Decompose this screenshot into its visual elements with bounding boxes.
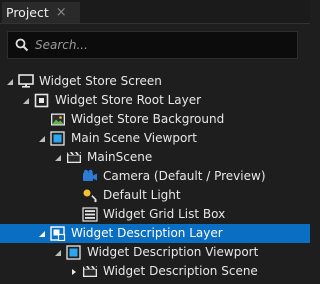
tree-item[interactable]: MainScene — [0, 148, 310, 167]
tree-item-label: Default Light — [103, 188, 181, 202]
expanded-arrow-icon[interactable] — [54, 154, 62, 162]
tab-bar: Project × — [0, 0, 310, 24]
tree-item-label: Camera (Default / Preview) — [103, 169, 266, 183]
tree-item[interactable]: Widget Store Root Layer — [0, 91, 310, 110]
tree-item-label: Widget Description Scene — [103, 264, 258, 278]
collapsed-arrow-icon[interactable] — [70, 268, 78, 276]
tree-item-label: Widget Description Viewport — [87, 245, 259, 259]
project-tree: Widget Store Screen Widget Store Root Lay… — [0, 72, 310, 281]
screen-icon — [18, 74, 34, 89]
image-icon — [50, 112, 66, 127]
viewport-icon — [50, 131, 66, 146]
expanded-arrow-icon[interactable] — [38, 135, 46, 143]
tree-item-label: Widget Store Screen — [39, 74, 162, 88]
tab-project[interactable]: Project × — [2, 2, 80, 23]
tree-item-label: Widget Description Layer — [71, 226, 223, 240]
tree-item-label: Widget Store Background — [71, 112, 225, 126]
tree-item[interactable]: Widget Store Background — [0, 110, 310, 129]
list-box-icon — [82, 207, 98, 222]
viewport-icon — [66, 245, 82, 260]
expanded-arrow-icon[interactable] — [22, 97, 30, 105]
tree-item[interactable]: Widget Description Viewport — [0, 243, 310, 262]
scene-icon — [82, 264, 98, 279]
tree-item-label: Widget Store Root Layer — [55, 93, 202, 107]
camera-icon — [82, 169, 98, 184]
expanded-arrow-icon[interactable] — [54, 249, 62, 257]
layer-prefab-icon — [50, 226, 66, 242]
tree-item[interactable]: Widget Description Scene — [0, 262, 310, 281]
tree-item[interactable]: Default Light — [0, 186, 310, 205]
search-input[interactable] — [35, 38, 285, 52]
tree-item-label: Main Scene Viewport — [71, 131, 197, 145]
tree-item[interactable]: Widget Store Screen — [0, 72, 310, 91]
tree-item[interactable]: Main Scene Viewport — [0, 129, 310, 148]
close-icon[interactable]: × — [56, 6, 67, 19]
expanded-arrow-icon[interactable] — [38, 230, 46, 238]
tree-item-label: Widget Grid List Box — [103, 207, 226, 221]
root-layer-icon — [34, 93, 50, 108]
light-icon — [82, 188, 98, 203]
project-panel: Project × Widget Store ScreenWidget Stor… — [0, 0, 310, 284]
scene-icon — [66, 150, 82, 165]
search-box[interactable] — [7, 31, 298, 59]
search-icon — [15, 38, 29, 52]
tab-project-label: Project — [6, 5, 49, 20]
tree-item-label: MainScene — [87, 150, 153, 164]
tree-item[interactable]: Widget Grid List Box — [0, 205, 310, 224]
expanded-arrow-icon[interactable] — [6, 78, 14, 86]
tree-item[interactable]: Widget Description Layer — [0, 224, 310, 243]
tree-item[interactable]: Camera (Default / Preview) — [0, 167, 310, 186]
